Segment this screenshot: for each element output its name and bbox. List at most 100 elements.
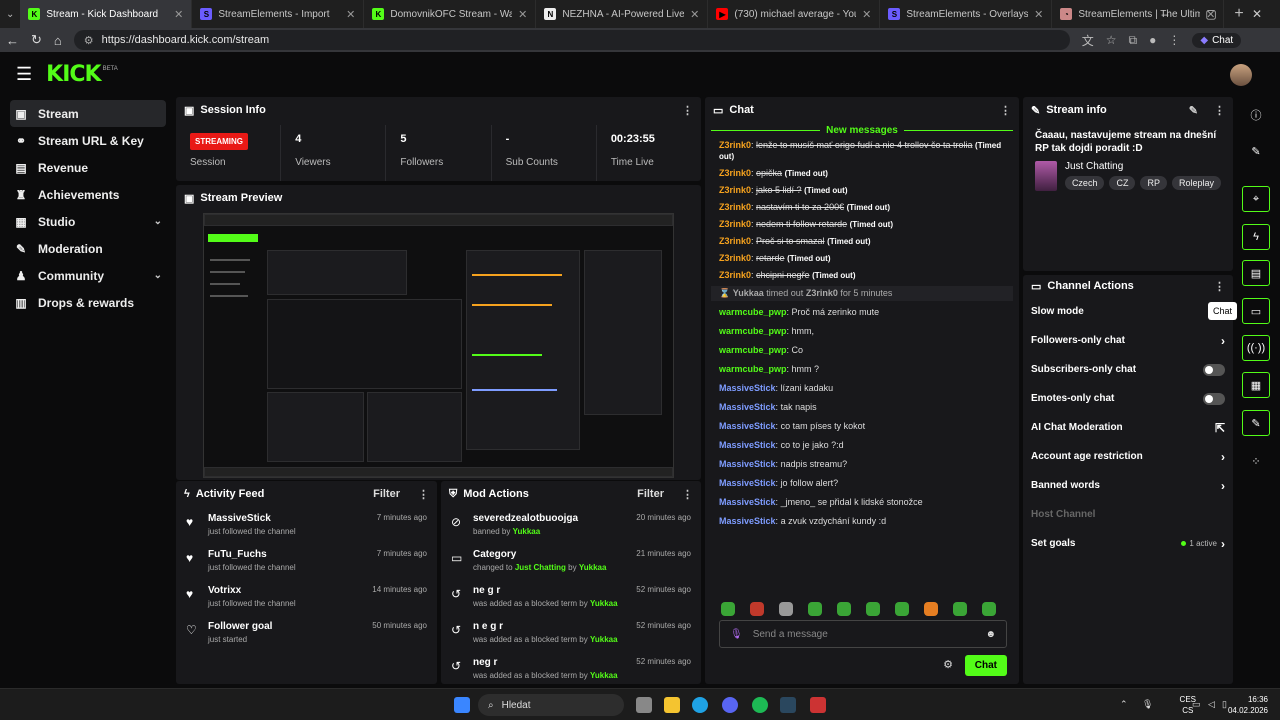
more-icon[interactable]: ⁘ <box>1242 448 1270 474</box>
browser-tab[interactable]: S StreamElements - Import ✕ <box>192 0 365 28</box>
chat-more-icon[interactable]: ⋮ <box>1000 104 1011 117</box>
sidebar-item-stream-url-key[interactable]: ⚭ Stream URL & Key <box>10 127 166 154</box>
task-view-icon[interactable] <box>636 697 652 713</box>
microphone-tray-icon[interactable]: 🎙 <box>1142 699 1153 710</box>
channel-action-set-goals[interactable]: Set goals 1 active › <box>1023 529 1233 558</box>
chevron-down-icon[interactable]: ⌄ <box>154 270 162 281</box>
mod-filter-button[interactable]: Filter <box>637 488 664 500</box>
browser-tab[interactable]: K DomovnikOFC Stream - Watch Live ✕ <box>364 0 537 28</box>
steam-icon[interactable] <box>780 697 796 713</box>
channel-action-followers-only-chat[interactable]: Followers-only chat › <box>1023 326 1233 355</box>
chevron-right-icon[interactable]: › <box>1221 450 1225 464</box>
emote-icon[interactable] <box>808 602 822 616</box>
sidebar-item-revenue[interactable]: ▤ Revenue <box>10 154 166 181</box>
channel-action-account-age-restriction[interactable]: Account age restriction › <box>1023 442 1233 471</box>
tag-pill[interactable]: Czech <box>1064 176 1105 190</box>
chat-message[interactable]: Z3rink0: lenže to musíš mať origo fudí a… <box>705 137 1019 165</box>
chat-username[interactable]: Z3rink0 <box>719 253 751 263</box>
chat-username[interactable]: MassiveStick <box>719 459 776 469</box>
windows-start-icon[interactable] <box>454 697 470 713</box>
chevron-right-icon[interactable]: › <box>1221 334 1225 348</box>
chevron-right-icon[interactable]: › <box>1221 537 1225 551</box>
broadcast-icon[interactable]: ((·)) <box>1242 335 1270 361</box>
emote-icon[interactable] <box>837 602 851 616</box>
chat-message[interactable]: warmcube_pwp: hmm ? <box>705 360 1019 379</box>
mod-more-icon[interactable]: ⋮ <box>682 488 693 501</box>
list-item[interactable]: ♥ MassiveStick just followed the channel 7 … <box>176 507 437 543</box>
profile-icon[interactable]: ● <box>1149 33 1156 47</box>
file-explorer-icon[interactable] <box>664 697 680 713</box>
emoji-icon[interactable]: ☻ <box>985 629 996 640</box>
chat-message[interactable]: MassiveStick: jo follow alert? <box>705 474 1019 493</box>
document-icon[interactable]: ▤ <box>1242 260 1270 286</box>
stream-info-more-icon[interactable]: ⋮ <box>1214 104 1225 117</box>
emote-icon[interactable] <box>866 602 880 616</box>
network-icon[interactable]: ▭ <box>1192 699 1201 710</box>
chat-username[interactable]: MassiveStick <box>719 497 776 507</box>
chat-username[interactable]: warmcube_pwp <box>719 307 787 317</box>
browser-tab[interactable]: S StreamElements - Overlays ✕ <box>880 0 1053 28</box>
taskbar-clock[interactable]: 16:36 04.02.2026 <box>1228 694 1268 716</box>
microphone-icon[interactable]: 🎙 <box>730 629 743 640</box>
tab-close-icon[interactable]: ✕ <box>174 8 183 21</box>
chat-username[interactable]: Z3rink0 <box>719 168 751 178</box>
tray-chevron-icon[interactable]: ⌃ <box>1120 699 1128 710</box>
list-item[interactable]: ▭ Category changed to Just Chatting by Yuk… <box>441 543 701 579</box>
tab-close-icon[interactable]: ✕ <box>346 8 355 21</box>
chat-message[interactable]: warmcube_pwp: Proč má zerinko mute <box>705 303 1019 322</box>
external-link-icon[interactable]: ⇱ <box>1215 421 1225 435</box>
chat-message[interactable]: MassiveStick: _jmeno_ se přidal k lidské… <box>705 493 1019 512</box>
chat-message[interactable]: Z3rink0: chcipni negře (Timed out) <box>705 267 1019 284</box>
battery-icon[interactable]: ▯ <box>1222 699 1227 710</box>
spotify-icon[interactable] <box>752 697 768 713</box>
emote-icon[interactable] <box>750 602 764 616</box>
tab-list-dropdown-icon[interactable]: ⌄ <box>0 9 20 20</box>
maximize-icon[interactable]: ▢ <box>1188 0 1234 28</box>
browser-tab[interactable]: N NEZHNA - AI-Powered Live Stream ✕ <box>536 0 709 28</box>
emote-icon[interactable] <box>982 602 996 616</box>
list-item[interactable]: ♥ FuTu_Fuchs just followed the channel 7 mi… <box>176 543 437 579</box>
emote-icon[interactable] <box>721 602 735 616</box>
stream-preview-video[interactable] <box>203 213 674 478</box>
chat-username[interactable]: Z3rink0 <box>719 140 751 150</box>
taskbar-search[interactable]: ⌕ Hledat <box>478 694 624 716</box>
chat-message[interactable]: warmcube_pwp: Co <box>705 341 1019 360</box>
user-avatar[interactable] <box>1230 64 1252 86</box>
channel-action-subscribers-only-chat[interactable]: Subscribers-only chat <box>1023 355 1233 384</box>
list-item[interactable]: ↺ neg r was added as a blocked term by Yuk… <box>441 651 701 684</box>
channel-actions-more-icon[interactable]: ⋮ <box>1214 280 1225 293</box>
chat-username[interactable]: Z3rink0 <box>719 219 751 229</box>
close-icon[interactable]: ✕ <box>1234 0 1280 28</box>
app-icon[interactable] <box>810 697 826 713</box>
sidebar-item-studio[interactable]: ▦ Studio ⌄ <box>10 208 166 235</box>
chevron-down-icon[interactable]: ⌄ <box>154 216 162 227</box>
chat-username[interactable]: warmcube_pwp <box>719 364 787 374</box>
chat-username[interactable]: MassiveStick <box>719 516 776 526</box>
chevron-right-icon[interactable]: › <box>1221 479 1225 493</box>
tab-close-icon[interactable]: ✕ <box>1034 8 1043 21</box>
tab-close-icon[interactable]: ✕ <box>862 8 871 21</box>
chat-username[interactable]: Z3rink0 <box>719 202 751 212</box>
chat-message[interactable]: MassiveStick: tak napis <box>705 398 1019 417</box>
chat-username[interactable]: MassiveStick <box>719 440 776 450</box>
home-icon[interactable]: ⌂ <box>54 33 62 48</box>
channel-action-banned-words[interactable]: Banned words › <box>1023 471 1233 500</box>
kick-logo[interactable]: KICK <box>46 62 101 87</box>
tag-pill[interactable]: Roleplay <box>1171 176 1221 190</box>
chat-message[interactable]: Z3rink0: nastavím ti to za 200€ (Timed o… <box>705 199 1019 216</box>
back-icon[interactable]: ← <box>6 33 19 48</box>
chat-message[interactable]: MassiveStick: co tam píses ty kokot <box>705 417 1019 436</box>
chat-username[interactable]: MassiveStick <box>719 478 776 488</box>
chat-message[interactable]: MassiveStick: co to je jako ?:d <box>705 436 1019 455</box>
hamburger-menu-icon[interactable]: ☰ <box>16 64 32 85</box>
extensions-icon[interactable]: ⧉ <box>1129 33 1138 48</box>
toggle-switch[interactable] <box>1203 392 1225 405</box>
tab-close-icon[interactable]: ✕ <box>518 8 527 21</box>
edit-icon[interactable]: ✎ <box>1242 138 1270 164</box>
chat-message-input[interactable]: 🎙 Send a message ☻ <box>719 620 1007 648</box>
list-item[interactable]: ↺ n e g r was added as a blocked term by Y… <box>441 615 701 651</box>
chat-username[interactable]: Z3rink0 <box>719 185 751 195</box>
edge-icon[interactable] <box>692 697 708 713</box>
emote-icon[interactable] <box>924 602 938 616</box>
tag-pill[interactable]: RP <box>1140 176 1167 190</box>
